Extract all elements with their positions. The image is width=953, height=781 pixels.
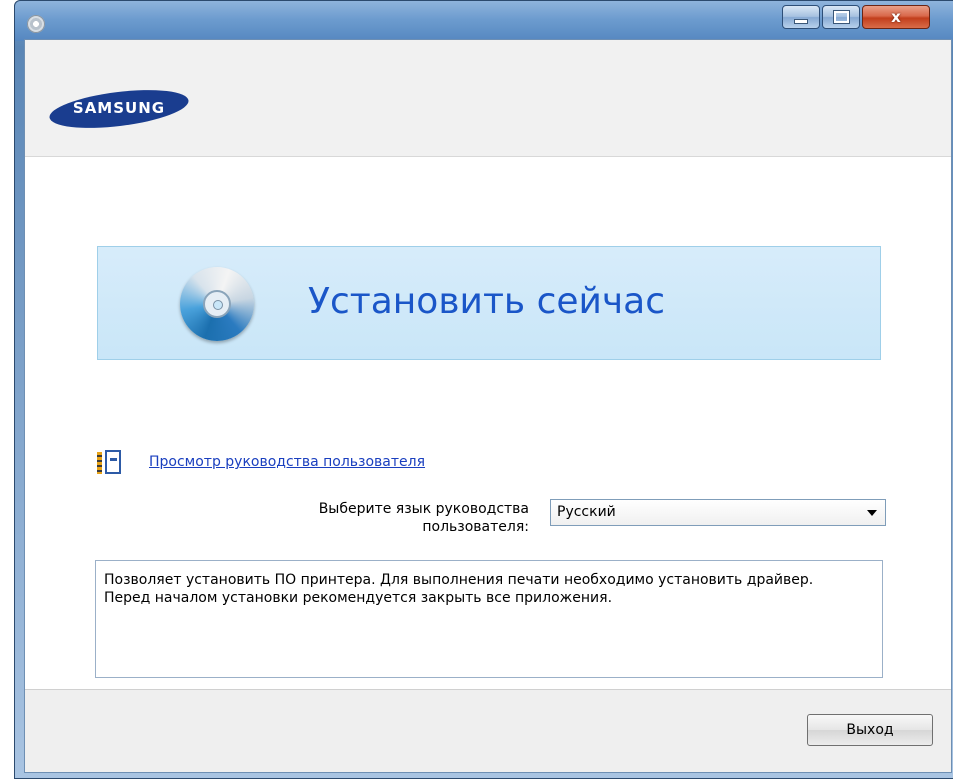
selected-language: Русский bbox=[557, 504, 616, 520]
manual-page bbox=[105, 450, 121, 474]
close-button[interactable]: x bbox=[862, 5, 930, 29]
disc-hole bbox=[213, 300, 223, 310]
install-now-button[interactable]: Установить сейчас bbox=[97, 246, 881, 360]
description-line1: Позволяет установить ПО принтера. Для вы… bbox=[104, 572, 814, 588]
installer-window: x SAMSUNG Установить сейчас Просмотр рук… bbox=[14, 0, 953, 779]
footer-bar: Выход bbox=[25, 689, 951, 772]
manual-language-label-line1: Выберите язык руководства bbox=[318, 501, 529, 517]
logo-text: SAMSUNG bbox=[72, 99, 166, 117]
manual-language-label-line2: пользователя: bbox=[422, 519, 529, 535]
description-line2: Перед началом установки рекомендуется за… bbox=[104, 590, 613, 606]
manual-spine bbox=[97, 452, 102, 474]
samsung-logo: SAMSUNG bbox=[47, 83, 197, 135]
client-area: SAMSUNG Установить сейчас Просмотр руков… bbox=[24, 39, 952, 773]
app-icon[interactable] bbox=[27, 15, 45, 33]
minimize-icon bbox=[794, 18, 808, 24]
description-box: Позволяет установить ПО принтера. Для вы… bbox=[95, 560, 883, 678]
cd-disc-icon bbox=[180, 267, 254, 341]
view-user-manual-link[interactable]: Просмотр руководства пользователя bbox=[149, 454, 425, 470]
manual-language-select[interactable]: Русский bbox=[550, 499, 886, 526]
manual-language-label: Выберите язык руководства пользователя: bbox=[275, 500, 529, 536]
install-now-label: Установить сейчас bbox=[308, 281, 666, 322]
exit-button[interactable]: Выход bbox=[807, 714, 933, 746]
title-bar[interactable]: x bbox=[15, 1, 953, 41]
close-icon: x bbox=[891, 8, 901, 26]
dropdown-arrow-icon bbox=[867, 510, 877, 516]
maximize-button[interactable] bbox=[822, 5, 860, 29]
user-manual-icon[interactable] bbox=[97, 450, 123, 476]
header-band: SAMSUNG bbox=[25, 40, 951, 157]
disc-ring bbox=[203, 290, 231, 318]
minimize-button[interactable] bbox=[782, 5, 820, 29]
maximize-icon bbox=[832, 10, 850, 24]
